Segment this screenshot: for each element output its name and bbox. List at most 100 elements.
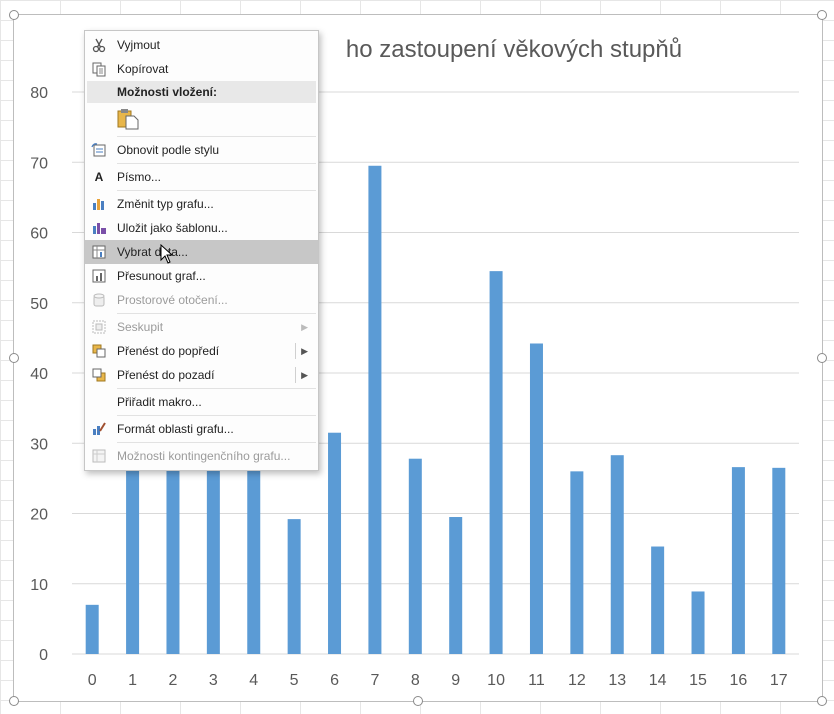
resize-handle-bottom-left[interactable] — [9, 696, 19, 706]
y-tick-label: 0 — [39, 647, 48, 664]
resize-handle-bottom-right[interactable] — [817, 696, 827, 706]
menu-separator — [117, 313, 316, 314]
x-tick-label: 10 — [487, 672, 505, 689]
bar-2 — [166, 443, 180, 654]
bar-3 — [206, 443, 220, 654]
paste-options-header: Možnosti vložení: — [87, 81, 316, 103]
menu-item-send-to-back[interactable]: Přenést do pozadí ▶ — [85, 363, 318, 387]
menu-item-label: Písmo... — [117, 170, 162, 184]
menu-separator — [117, 190, 316, 191]
chart-type-icon — [91, 196, 107, 212]
menu-item-change-chart-type[interactable]: Změnit typ grafu... — [85, 192, 318, 216]
paste-options-row — [85, 103, 318, 135]
x-tick-label: 7 — [370, 672, 379, 689]
x-tick-label: 3 — [209, 672, 218, 689]
menu-item-assign-macro[interactable]: Přiřadit makro... — [85, 390, 318, 414]
menu-item-label: Možnosti kontingenčního grafu... — [117, 449, 291, 463]
send-back-icon — [91, 367, 107, 383]
menu-item-font[interactable]: A Písmo... — [85, 165, 318, 189]
bar-16 — [731, 467, 745, 654]
submenu-arrow-icon[interactable]: ▶ — [301, 346, 308, 357]
menu-item-label: Seskupit — [117, 320, 164, 334]
template-icon — [91, 220, 107, 236]
y-tick-label: 40 — [30, 366, 48, 383]
menu-item-label: Prostorové otočení... — [117, 293, 228, 307]
bar-11 — [529, 343, 543, 654]
reset-style-icon — [91, 142, 107, 158]
menu-separator — [117, 442, 316, 443]
y-tick-label: 80 — [30, 85, 48, 102]
x-tick-label: 16 — [730, 672, 748, 689]
resize-handle-left[interactable] — [9, 353, 19, 363]
menu-item-label: Obnovit podle stylu — [117, 143, 220, 157]
bar-13 — [610, 455, 624, 654]
menu-item-3d-rotation[interactable]: Prostorové otočení... — [85, 288, 318, 312]
bring-front-icon — [91, 343, 107, 359]
menu-item-label: Uložit jako šablonu... — [117, 221, 228, 235]
x-tick-label: 14 — [649, 672, 667, 689]
x-tick-label: 4 — [249, 672, 258, 689]
bar-4 — [247, 443, 261, 654]
resize-handle-bottom[interactable] — [413, 696, 423, 706]
menu-item-select-data[interactable]: Vybrat data... — [85, 240, 318, 264]
rotation-icon — [91, 292, 107, 308]
y-tick-label: 30 — [30, 436, 48, 453]
menu-item-bring-to-front[interactable]: Přenést do popředí ▶ — [85, 339, 318, 363]
menu-item-label: Přiřadit makro... — [117, 395, 202, 409]
x-tick-label: 12 — [568, 672, 586, 689]
y-tick-label: 50 — [30, 296, 48, 313]
select-data-icon — [91, 244, 107, 260]
move-chart-icon — [91, 268, 107, 284]
bar-6 — [328, 432, 342, 654]
format-area-icon — [91, 421, 107, 437]
bar-8 — [408, 458, 422, 654]
menu-item-label: Vybrat data... — [117, 245, 188, 259]
menu-item-cut[interactable]: Vyjmout — [85, 33, 318, 57]
resize-handle-top-right[interactable] — [817, 10, 827, 20]
menu-item-label: Změnit typ grafu... — [117, 197, 214, 211]
mouse-pointer-icon — [160, 244, 174, 264]
menu-item-label: Přesunout graf... — [117, 269, 206, 283]
y-tick-label: 70 — [30, 155, 48, 172]
menu-item-format-chart-area[interactable]: Formát oblasti grafu... — [85, 417, 318, 441]
submenu-arrow-icon[interactable]: ▶ — [301, 370, 308, 381]
menu-separator — [117, 163, 316, 164]
split-divider — [295, 367, 296, 383]
pivot-icon — [91, 448, 107, 464]
menu-item-pivot-options[interactable]: Možnosti kontingenčního grafu... — [85, 444, 318, 468]
x-tick-label: 9 — [451, 672, 460, 689]
split-divider — [295, 343, 296, 359]
menu-item-copy[interactable]: Kopírovat — [85, 57, 318, 81]
chart-title: ho zastoupení věkových stupňů — [346, 36, 682, 63]
bar-17 — [772, 467, 786, 654]
menu-separator — [117, 415, 316, 416]
menu-item-label: Přenést do pozadí — [117, 368, 215, 382]
x-tick-label: 15 — [689, 672, 707, 689]
x-tick-label: 2 — [169, 672, 178, 689]
menu-item-reset-style[interactable]: Obnovit podle stylu — [85, 138, 318, 162]
menu-item-label: Formát oblasti grafu... — [117, 422, 234, 436]
scissors-icon — [91, 37, 107, 53]
x-tick-label: 5 — [290, 672, 299, 689]
resize-handle-top-left[interactable] — [9, 10, 19, 20]
bar-9 — [449, 517, 463, 654]
bar-1 — [126, 443, 140, 654]
menu-separator — [117, 136, 316, 137]
y-tick-label: 20 — [30, 507, 48, 524]
x-tick-label: 6 — [330, 672, 339, 689]
menu-item-label: Přenést do popředí — [117, 344, 220, 358]
menu-item-group[interactable]: Seskupit ▶ — [85, 315, 318, 339]
menu-item-save-template[interactable]: Uložit jako šablonu... — [85, 216, 318, 240]
resize-handle-right[interactable] — [817, 353, 827, 363]
x-tick-label: 11 — [528, 672, 545, 689]
bar-10 — [489, 271, 503, 654]
bar-5 — [287, 519, 301, 654]
context-menu: Vyjmout Kopírovat Možnosti vložení: Obno… — [84, 30, 319, 471]
paste-icon[interactable] — [117, 108, 139, 133]
group-icon — [91, 319, 107, 335]
menu-item-label: Kopírovat — [117, 62, 169, 76]
menu-item-move-chart[interactable]: Přesunout graf... — [85, 264, 318, 288]
x-tick-label: 1 — [128, 672, 137, 689]
copy-icon — [91, 61, 107, 77]
y-tick-label: 60 — [30, 226, 48, 243]
